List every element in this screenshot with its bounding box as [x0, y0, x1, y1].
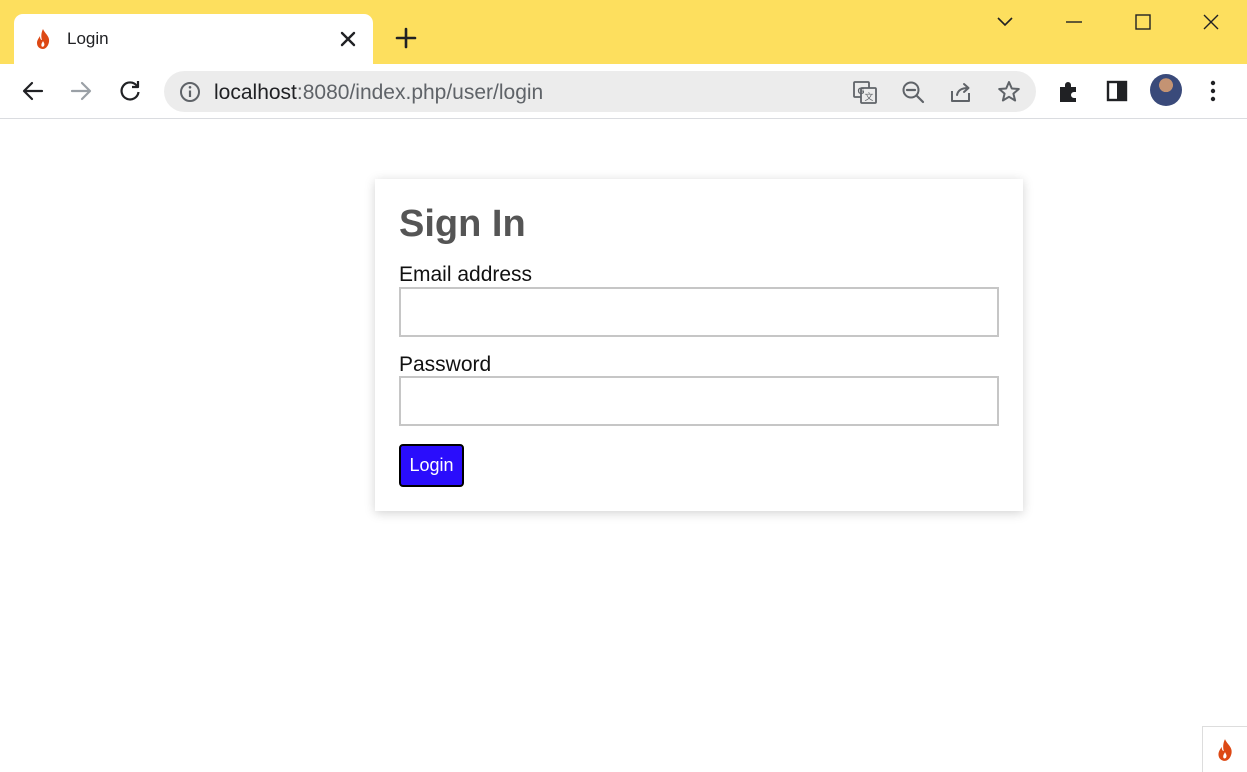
svg-text:G: G: [858, 86, 865, 96]
email-label: Email address: [399, 263, 533, 286]
address-bar[interactable]: localhost:8080/index.php/user/login G 文: [164, 71, 1036, 112]
back-arrow-icon[interactable]: [20, 78, 46, 104]
page-content: Sign In Email address Password Login: [0, 120, 1247, 772]
reload-icon[interactable]: [117, 78, 143, 104]
minimize-icon[interactable]: [1062, 10, 1086, 34]
kebab-menu-icon[interactable]: [1200, 78, 1226, 104]
password-label: Password: [399, 353, 492, 376]
maximize-icon[interactable]: [1131, 10, 1155, 34]
login-button[interactable]: Login: [399, 444, 464, 487]
codeigniter-flame-icon: [1218, 739, 1232, 761]
info-icon[interactable]: [178, 80, 202, 104]
tab-search-icon[interactable]: [993, 10, 1017, 34]
codeigniter-flame-icon: [37, 29, 50, 49]
url-text[interactable]: localhost:8080/index.php/user/login: [214, 81, 543, 105]
url-path: :8080/index.php/user/login: [296, 81, 544, 104]
page-title: Sign In: [399, 203, 526, 245]
close-window-icon[interactable]: [1199, 10, 1223, 34]
tab-strip: Login: [0, 0, 1247, 64]
bookmark-star-icon[interactable]: [996, 79, 1022, 105]
tab-close-icon[interactable]: [338, 29, 358, 49]
side-panel-icon[interactable]: [1104, 78, 1130, 104]
debug-toolbar-toggle[interactable]: [1202, 726, 1247, 772]
login-card: Sign In Email address Password Login: [375, 179, 1023, 511]
tab-title: Login: [67, 29, 109, 48]
email-field[interactable]: [399, 287, 999, 337]
browser-toolbar: localhost:8080/index.php/user/login G 文: [0, 64, 1247, 119]
avatar[interactable]: [1150, 74, 1182, 106]
password-field[interactable]: [399, 376, 999, 426]
forward-arrow-icon[interactable]: [68, 78, 94, 104]
zoom-out-icon[interactable]: [900, 79, 926, 105]
share-icon[interactable]: [948, 79, 974, 105]
url-host: localhost: [214, 81, 297, 104]
extensions-puzzle-icon[interactable]: [1056, 78, 1082, 104]
browser-tab[interactable]: Login: [14, 14, 373, 64]
translate-icon[interactable]: G 文: [852, 79, 878, 105]
svg-text:文: 文: [865, 91, 874, 103]
new-tab-icon[interactable]: [394, 26, 418, 50]
